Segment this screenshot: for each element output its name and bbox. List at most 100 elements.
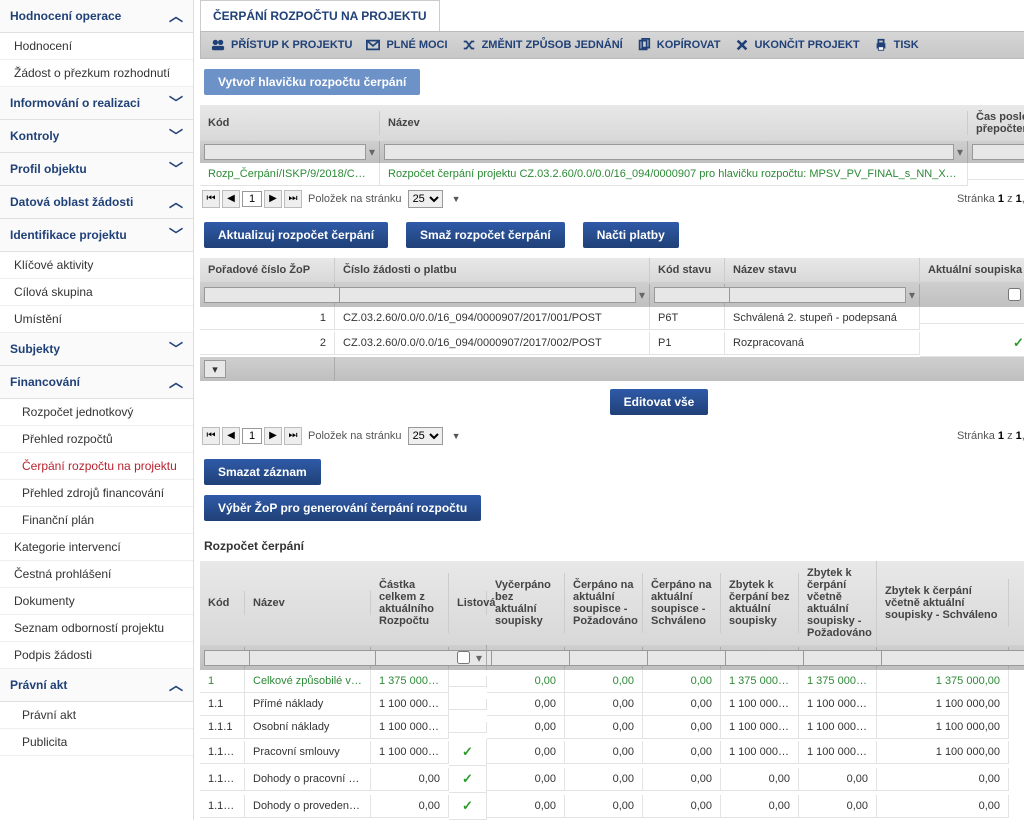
col[interactable]: Čerpáno na aktuální soupisce - Požadován… [565,573,643,633]
sidebar-item-prehled-zdroju[interactable]: Přehled zdrojů financování [0,480,193,507]
filter-icon[interactable]: ▾ [957,145,963,159]
toolbar: PŘÍSTUP K PROJEKTU PLNÉ MOCI ZMĚNIT ZPŮS… [200,31,1024,59]
sidebar-item-prehled-rozpoctu[interactable]: Přehled rozpočtů [0,426,193,453]
filter-nazevstavu[interactable] [729,287,906,303]
pager-first[interactable]: ⏮ [202,190,220,208]
col-kod[interactable]: Kód [200,111,380,135]
col-kodstavu[interactable]: Kód stavu [650,258,725,282]
grid1-row[interactable]: Rozp_Čerpání/ISKP/9/2018/CZ.03... Rozpoč… [200,163,1024,186]
toolbar-end[interactable]: UKONČIT PROJEKT [735,38,860,52]
sidebar-section-financovani[interactable]: Financování ︿ [0,366,193,399]
col[interactable]: Zbytek k čerpání včetně aktuální soupisk… [799,561,877,645]
pager-last[interactable]: ⏭ [284,190,302,208]
sidebar-item-umisteni[interactable]: Umístění [0,306,193,333]
col-nazevstavu[interactable]: Název stavu [725,258,920,282]
grid2-row[interactable]: 1 CZ.03.2.60/0.0/0.0/16_094/0000907/2017… [200,307,1024,330]
filter-icon[interactable]: ▾ [909,288,915,302]
grid3-row[interactable]: 1Celkové způsobilé výdaje1 375 000,000,0… [200,670,1024,693]
sidebar-section-subjekty[interactable]: Subjekty ﹀ [0,333,193,366]
col-cislo[interactable]: Číslo žádosti o platbu [335,258,650,282]
load-payments-button[interactable]: Načti platby [583,222,679,248]
toolbar-poa[interactable]: PLNÉ MOCI [366,38,447,52]
sidebar-section-hodnoceni-operace[interactable]: Hodnocení operace ︿ [0,0,193,33]
check-icon: ✓ [449,793,487,820]
dropdown-arrow-icon[interactable]: ▾ [204,360,226,378]
grid3-row[interactable]: 1.1.1.1Pracovní smlouvy1 100 000,00✓0,00… [200,739,1024,766]
pager-page-input[interactable] [242,428,262,444]
sidebar-item-zadost-prezkum[interactable]: Žádost o přezkum rozhodnutí [0,60,193,87]
grid3-row[interactable]: 1.1.1Osobní náklady1 100 000,000,000,000… [200,716,1024,739]
pager-prev[interactable]: ◀ [222,427,240,445]
grid3-header: Kód Název Částka celkem z aktuálního Roz… [200,561,1024,645]
toolbar-access[interactable]: PŘÍSTUP K PROJEKTU [211,38,352,52]
toolbar-copy[interactable]: KOPÍROVAT [637,38,721,52]
sidebar-item-publicita[interactable]: Publicita [0,729,193,756]
edit-all-button[interactable]: Editovat vše [610,389,709,415]
filter-icon[interactable]: ▾ [476,651,482,665]
sidebar-item-financni-plan[interactable]: Finanční plán [0,507,193,534]
col[interactable]: Listová [449,591,487,615]
sidebar-item-klicove-aktivity[interactable]: Klíčové aktivity [0,252,193,279]
pager-last[interactable]: ⏭ [284,427,302,445]
sidebar-section-profil-objektu[interactable]: Profil objektu ﹀ [0,153,193,186]
delete-budget-button[interactable]: Smaž rozpočet čerpání [406,222,565,248]
sidebar-item-dokumenty[interactable]: Dokumenty [0,588,193,615]
refresh-budget-button[interactable]: Aktualizuj rozpočet čerpání [204,222,388,248]
pager-next[interactable]: ▶ [264,427,282,445]
f-leaf[interactable] [457,651,470,664]
col[interactable]: Čerpáno na aktuální soupisce - Schváleno [643,573,721,633]
grid2-row[interactable]: 2 CZ.03.2.60/0.0/0.0/16_094/0000907/2017… [200,330,1024,357]
sidebar-item-pravni-akt[interactable]: Právní akt [0,702,193,729]
filter-kod[interactable] [204,144,366,160]
sidebar-section-informovani[interactable]: Informování o realizaci ﹀ [0,87,193,120]
sidebar-item-cilova-skupina[interactable]: Cílová skupina [0,279,193,306]
pager-next[interactable]: ▶ [264,190,282,208]
grid3-row[interactable]: 1.1.1.2Dohody o pracovní činnosti0,00✓0,… [200,766,1024,793]
filter-nazev[interactable] [384,144,954,160]
close-icon [735,38,749,52]
toolbar-print[interactable]: TISK [874,38,919,52]
col[interactable]: Vyčerpáno bez aktuální soupisky [487,573,565,633]
page-size-select[interactable]: 25 [408,190,443,208]
select-zop-button[interactable]: Výběr ŽoP pro generování čerpání rozpočt… [204,495,481,521]
filter-porad[interactable] [204,287,352,303]
toolbar-change[interactable]: ZMĚNIT ZPŮSOB JEDNÁNÍ [462,38,623,52]
grid3-row[interactable]: 1.1.1.3Dohody o provedení práce0,00✓0,00… [200,793,1024,820]
sidebar-section-datova-oblast[interactable]: Datová oblast žádosti ︿ [0,186,193,219]
sidebar-item-podpis-zadosti[interactable]: Podpis žádosti [0,642,193,669]
delete-record-button[interactable]: Smazat záznam [204,459,321,485]
pager-page-input[interactable] [242,191,262,207]
toolbar-label: PŘÍSTUP K PROJEKTU [231,39,352,51]
sidebar-section-pravni-akt[interactable]: Právní akt ︿ [0,669,193,702]
col-cas[interactable]: Čas posledního přepočtení [968,105,1024,141]
filter-cas[interactable] [972,144,1024,160]
col-soupiska[interactable]: Aktuální soupiska [920,258,1024,282]
pager-first[interactable]: ⏮ [202,427,220,445]
create-header-button[interactable]: Vytvoř hlavičku rozpočtu čerpání [204,69,420,95]
page-size-select[interactable]: 25 [408,427,443,445]
col-porad[interactable]: Pořadové číslo ŽoP [200,258,335,282]
filter-cislo[interactable] [339,287,636,303]
col[interactable]: Název [245,591,371,615]
filter-soupiska-check[interactable] [1008,288,1021,301]
sidebar-item-cestna-prohlaseni[interactable]: Čestná prohlášení [0,561,193,588]
filter-icon[interactable]: ▾ [639,288,645,302]
col[interactable]: Částka celkem z aktuálního Rozpočtu [371,573,449,633]
col[interactable]: Zbytek k čerpání bez aktuální soupisky [721,573,799,633]
col[interactable]: Kód [200,591,245,615]
f[interactable] [881,650,1024,666]
grid3-row[interactable]: 1.1Přímé náklady1 100 000,000,000,000,00… [200,693,1024,716]
filter-icon[interactable]: ▾ [369,145,375,159]
sidebar-item-hodnoceni[interactable]: Hodnocení [0,33,193,60]
sidebar-item-rozpocet-jednotkovy[interactable]: Rozpočet jednotkový [0,399,193,426]
sidebar-section-kontroly[interactable]: Kontroly ﹀ [0,120,193,153]
sidebar-item-cerpani-rozpoctu[interactable]: Čerpání rozpočtu na projektu [0,453,193,480]
sidebar-section-label: Subjekty [10,342,60,356]
cell: 1 100 000,00 [877,741,1009,764]
pager-prev[interactable]: ◀ [222,190,240,208]
col[interactable]: Zbytek k čerpání včetně aktuální soupisk… [877,579,1009,627]
col-nazev[interactable]: Název [380,111,968,135]
sidebar-item-seznam-odbornosti[interactable]: Seznam odborností projektu [0,615,193,642]
sidebar-item-kategorie-intervenci[interactable]: Kategorie intervencí [0,534,193,561]
sidebar-section-identifikace[interactable]: Identifikace projektu ﹀ [0,219,193,252]
